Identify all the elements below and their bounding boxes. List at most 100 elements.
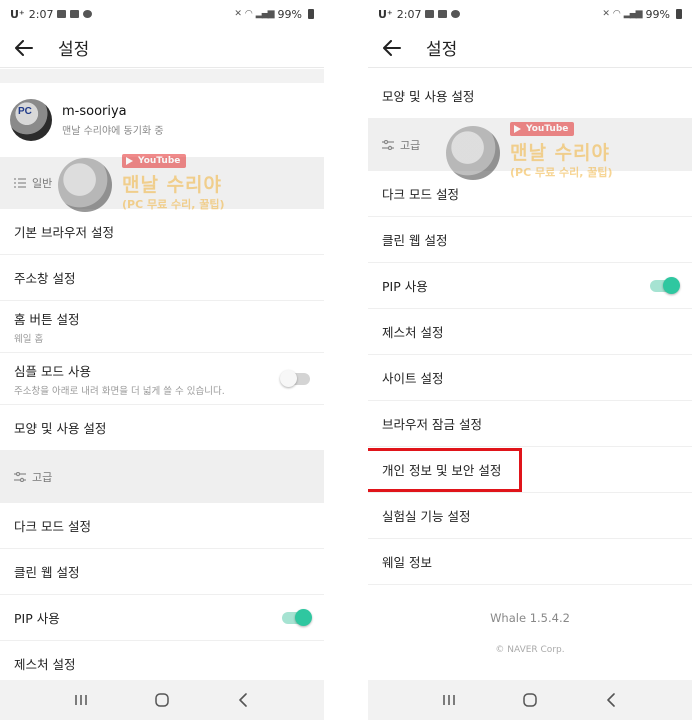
notification-icon: [438, 10, 448, 18]
status-bar: U⁺ 2:07 ✕ ◠ ▂▄▆ 99%: [0, 0, 324, 28]
section-header-advanced: 고급: [0, 451, 324, 503]
menu-item-address-bar[interactable]: 주소창 설정: [0, 255, 324, 301]
item-label: PIP 사용: [14, 611, 60, 626]
menu-item-pip[interactable]: PIP 사용: [0, 595, 324, 641]
battery-icon: [676, 9, 682, 19]
item-label: 클린 웹 설정: [14, 565, 80, 580]
copyright: © NAVER Corp.: [495, 645, 565, 655]
app-footer: Whale 1.5.4.2 © NAVER Corp.: [368, 585, 692, 655]
signal-icon: ▂▄▆: [623, 9, 643, 19]
mute-icon: ✕: [602, 9, 609, 19]
divider: [0, 69, 324, 83]
sync-status: 맨날 수리야에 동기화 중: [62, 125, 164, 137]
list-icon: [14, 178, 26, 188]
menu-item-appearance[interactable]: 모양 및 사용 설정: [0, 405, 324, 451]
item-label: 기본 브라우저 설정: [14, 225, 114, 240]
app-version: Whale 1.5.4.2: [490, 611, 570, 625]
battery-percent: 99%: [645, 7, 670, 21]
mute-icon: ✕: [234, 9, 241, 19]
profile-name: m-sooriya: [62, 103, 127, 119]
page-title: 설정: [426, 40, 458, 60]
carrier-label: U⁺: [10, 7, 25, 21]
wifi-icon: ◠: [612, 9, 621, 19]
chat-icon: [451, 10, 461, 18]
sliders-icon: [382, 140, 394, 150]
time: 2:07: [28, 7, 54, 21]
item-label: 심플 모드 사용: [14, 363, 91, 379]
gallery-icon: [425, 10, 435, 18]
system-nav-bar: [0, 680, 324, 720]
home-icon[interactable]: [149, 687, 175, 713]
avatar: [10, 99, 52, 141]
status-bar: U⁺ 2:07 ✕ ◠ ▂▄▆ 99%: [368, 0, 692, 28]
battery-percent: 99%: [277, 7, 302, 21]
item-label: 주소창 설정: [14, 271, 76, 286]
home-icon[interactable]: [517, 687, 543, 713]
item-sublabel: 웨일 홈: [14, 333, 44, 345]
phone-screen-right: U⁺ 2:07 ✕ ◠ ▂▄▆ 99% 설정 모양 및 사용 설정 고급 다크 …: [368, 0, 692, 720]
menu-item-about-whale[interactable]: 웨일 정보: [368, 539, 692, 585]
app-bar: 설정: [0, 28, 324, 68]
item-sublabel: 주소창을 아래로 내려 화면을 더 넓게 쓸 수 있습니다.: [14, 385, 225, 397]
section-label: 일반: [32, 177, 53, 190]
menu-item-simple-mode[interactable]: 심플 모드 사용 주소창을 아래로 내려 화면을 더 넓게 쓸 수 있습니다.: [0, 353, 324, 405]
menu-item-appearance[interactable]: 모양 및 사용 설정: [368, 73, 692, 119]
simple-mode-toggle[interactable]: [280, 369, 310, 387]
nav-back-icon[interactable]: [598, 687, 624, 713]
item-label: 브라우저 잠금 설정: [382, 417, 482, 432]
sliders-icon: [14, 472, 26, 482]
item-label: 제스처 설정: [382, 325, 444, 340]
pip-toggle[interactable]: [282, 608, 312, 626]
highlight-box: 개인 정보 및 보안 설정: [368, 447, 522, 492]
menu-item-clean-web[interactable]: 클린 웹 설정: [0, 549, 324, 595]
time: 2:07: [396, 7, 422, 21]
item-label: 웨일 정보: [382, 555, 432, 570]
menu-item-dark-mode[interactable]: 다크 모드 설정: [0, 503, 324, 549]
item-label: 다크 모드 설정: [382, 187, 459, 202]
back-arrow-icon[interactable]: [14, 38, 34, 58]
item-label: 클린 웹 설정: [382, 233, 448, 248]
item-label: 실험실 기능 설정: [382, 509, 471, 524]
back-arrow-icon[interactable]: [382, 38, 402, 58]
menu-item-default-browser[interactable]: 기본 브라우저 설정: [0, 209, 324, 255]
phone-screen-left: U⁺ 2:07 ✕ ◠ ▂▄▆ 99% 설정 m-sooriya 맨날 수리야에…: [0, 0, 324, 720]
page-title: 설정: [58, 40, 90, 60]
item-label: 모양 및 사용 설정: [14, 421, 107, 436]
notification-icon: [70, 10, 80, 18]
item-label: 홈 버튼 설정: [14, 311, 80, 327]
menu-item-clean-web[interactable]: 클린 웹 설정: [368, 217, 692, 263]
pip-toggle[interactable]: [650, 276, 680, 294]
item-label: PIP 사용: [382, 279, 428, 294]
system-nav-bar: [368, 680, 692, 720]
signal-icon: ▂▄▆: [255, 9, 275, 19]
menu-item-browser-lock[interactable]: 브라우저 잠금 설정: [368, 401, 692, 447]
chat-icon: [83, 10, 93, 18]
menu-item-privacy-security[interactable]: 개인 정보 및 보안 설정: [368, 447, 692, 493]
section-label: 고급: [32, 471, 53, 484]
section-header-advanced: 고급: [368, 119, 692, 171]
menu-item-home-button[interactable]: 홈 버튼 설정 웨일 홈: [0, 301, 324, 353]
menu-item-labs[interactable]: 실험실 기능 설정: [368, 493, 692, 539]
item-label: 개인 정보 및 보안 설정: [382, 463, 502, 478]
app-bar: 설정: [368, 28, 692, 68]
wifi-icon: ◠: [244, 9, 253, 19]
menu-item-pip[interactable]: PIP 사용: [368, 263, 692, 309]
settings-list[interactable]: 모양 및 사용 설정 고급 다크 모드 설정 클린 웹 설정 PIP 사용 제스…: [368, 73, 692, 680]
menu-item-dark-mode[interactable]: 다크 모드 설정: [368, 171, 692, 217]
nav-back-icon[interactable]: [230, 687, 256, 713]
profile-row[interactable]: m-sooriya 맨날 수리야에 동기화 중: [0, 83, 324, 157]
carrier-label: U⁺: [378, 7, 393, 21]
menu-item-site-settings[interactable]: 사이트 설정: [368, 355, 692, 401]
battery-icon: [308, 9, 314, 19]
item-label: 모양 및 사용 설정: [382, 89, 475, 104]
gallery-icon: [57, 10, 67, 18]
section-label: 고급: [400, 139, 421, 152]
settings-list[interactable]: m-sooriya 맨날 수리야에 동기화 중 일반 기본 브라우저 설정 주소…: [0, 69, 324, 680]
menu-item-gesture[interactable]: 제스처 설정: [0, 641, 324, 680]
recents-icon[interactable]: [436, 687, 462, 713]
recents-icon[interactable]: [68, 687, 94, 713]
section-header-general: 일반: [0, 157, 324, 209]
menu-item-gesture[interactable]: 제스처 설정: [368, 309, 692, 355]
item-label: 제스처 설정: [14, 657, 76, 672]
item-label: 사이트 설정: [382, 371, 444, 386]
